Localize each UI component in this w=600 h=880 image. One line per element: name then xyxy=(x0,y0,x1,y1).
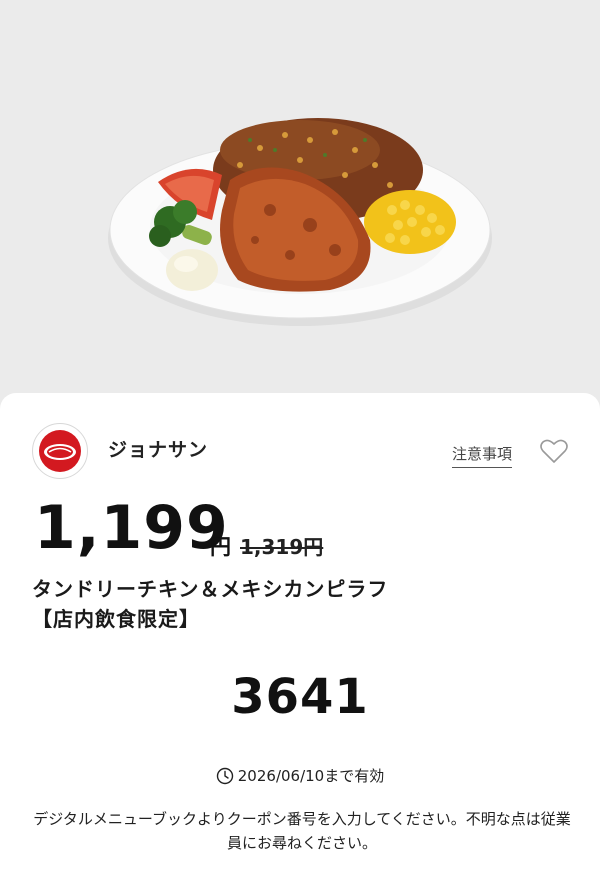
coupon-price: 1,199 xyxy=(34,493,229,563)
store-logo xyxy=(32,423,88,479)
coupon-card: ジョナサン 注意事項 1,199 円 1,319円 タンドリーチキン＆メキシカン… xyxy=(0,393,600,880)
coupon-page: ジョナサン 注意事項 1,199 円 1,319円 タンドリーチキン＆メキシカン… xyxy=(0,0,600,880)
item-title: タンドリーチキン＆メキシカンピラフ xyxy=(32,577,389,601)
food-photo xyxy=(0,0,600,395)
validity-row: 2026/06/10まで有効 xyxy=(0,765,600,786)
item-restriction: 【店内飲食限定】 xyxy=(32,607,200,631)
original-price: 1,319円 xyxy=(240,535,324,559)
jonathan-logo-icon xyxy=(44,444,76,460)
favorite-button[interactable] xyxy=(538,435,570,467)
heart-outline-icon xyxy=(540,439,568,463)
coupon-code: 3641 xyxy=(231,669,369,725)
store-name: ジョナサン xyxy=(108,439,209,461)
usage-instructions: デジタルメニューブックよりクーポン番号を入力してください。不明な点は従業員にお尋… xyxy=(33,810,571,852)
price-unit: 円 xyxy=(210,535,231,559)
price-row: 1,199 円 1,319円 xyxy=(34,493,574,563)
validity-text: 2026/06/10まで有効 xyxy=(237,767,385,785)
store-header: ジョナサン 注意事項 xyxy=(32,423,572,483)
clock-icon xyxy=(216,767,233,785)
food-illustration xyxy=(108,118,492,326)
notes-link[interactable]: 注意事項 xyxy=(452,443,513,468)
store-logo-badge xyxy=(39,430,81,472)
